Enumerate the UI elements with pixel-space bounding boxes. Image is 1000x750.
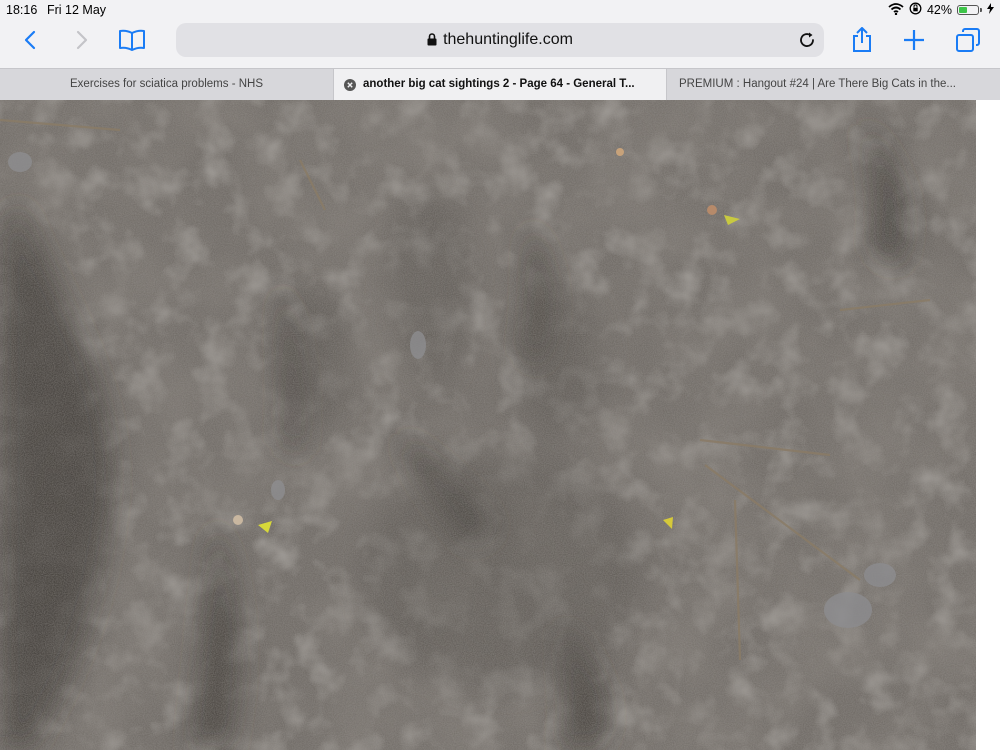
tab-title: Exercises for sciatica problems - NHS (70, 78, 263, 90)
lock-icon (427, 33, 437, 51)
url-display[interactable]: thehuntinglife.com (176, 31, 824, 51)
battery-nub (980, 8, 982, 12)
tab-nhs[interactable]: Exercises for sciatica problems - NHS (0, 69, 333, 100)
url-text: thehuntinglife.com (443, 31, 573, 48)
status-right: 42% (888, 2, 994, 18)
share-icon (851, 26, 873, 58)
close-tab-icon[interactable] (344, 79, 356, 91)
tabs-icon (955, 27, 981, 58)
forward-button[interactable] (70, 26, 94, 58)
reload-button[interactable] (798, 31, 816, 54)
tab-premium-hangout[interactable]: PREMIUM : Hangout #24 | Are There Big Ca… (667, 69, 1000, 100)
back-icon (24, 30, 36, 55)
tab-big-cat[interactable]: another big cat sightings 2 - Page 64 - … (333, 69, 667, 100)
bookmarks-button[interactable] (116, 26, 148, 58)
battery-icon (957, 5, 979, 15)
new-tab-icon (902, 28, 926, 57)
mud-photo-illustration (0, 100, 976, 750)
new-tab-button[interactable] (900, 26, 928, 58)
status-time: 18:16 (6, 3, 38, 17)
bookmarks-icon (118, 29, 146, 56)
tab-strip: Exercises for sciatica problems - NHS an… (0, 68, 1000, 100)
share-button[interactable] (848, 26, 876, 58)
address-bar[interactable]: thehuntinglife.com (176, 23, 824, 57)
wifi-icon (888, 2, 904, 18)
battery-percent: 42% (926, 3, 952, 17)
tab-title: PREMIUM : Hangout #24 | Are There Big Ca… (679, 78, 956, 90)
status-date: Fri 12 May (47, 3, 107, 17)
page-content (0, 100, 1000, 750)
status-bar: 18:16 Fri 12 May 42% (0, 0, 1000, 20)
charging-icon (987, 3, 994, 17)
paw-print-photo (0, 100, 976, 750)
orientation-lock-icon (909, 2, 922, 18)
browser-toolbar: thehuntinglife.com (0, 20, 1000, 68)
reload-icon (798, 32, 816, 53)
tabs-overview-button[interactable] (954, 26, 982, 58)
tab-title: another big cat sightings 2 - Page 64 - … (363, 78, 635, 90)
back-button[interactable] (18, 26, 42, 58)
forward-icon (76, 30, 88, 55)
battery-level (959, 7, 967, 13)
